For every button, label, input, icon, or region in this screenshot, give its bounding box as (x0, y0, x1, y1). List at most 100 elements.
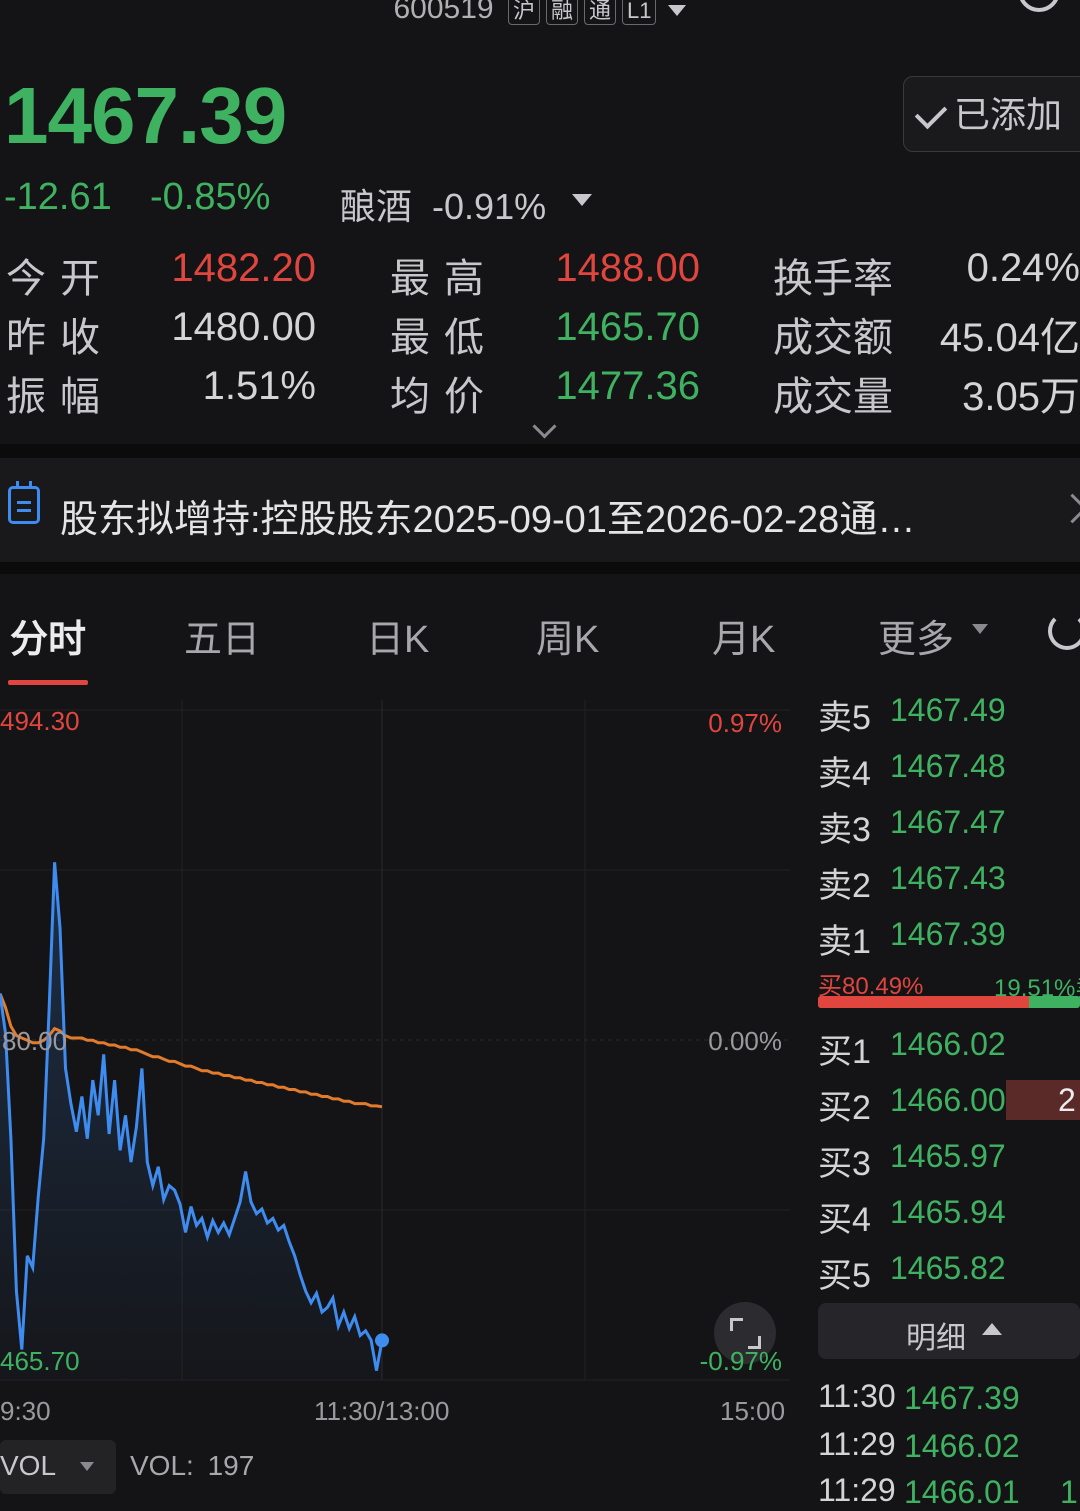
intraday-chart[interactable] (0, 700, 800, 1390)
current-price: 1467.39 (4, 71, 287, 160)
ask-4-price: 1467.48 (890, 748, 1006, 784)
amplitude-value: 1.51% (202, 364, 316, 408)
tab-weekly-k[interactable]: 周K (536, 608, 599, 663)
tab-more[interactable]: 更多 (878, 608, 954, 663)
pct-axis-top: 0.97% (708, 708, 782, 738)
y-axis-mid: 80.00 (2, 1026, 68, 1056)
volume-value: 3.05万 (962, 375, 1080, 419)
indicator-label: VOL (0, 1450, 57, 1481)
bid-4-label: 买4 (818, 1201, 871, 1239)
price-change-pct: -0.85% (150, 176, 271, 218)
x-axis-start: 9:30 (0, 1396, 51, 1426)
high-value: 1488.00 (555, 246, 700, 290)
price-area (0, 862, 382, 1380)
chevron-down-icon (80, 1462, 94, 1471)
volume-readout-value: 197 (207, 1450, 255, 1481)
detail-button[interactable]: 明细 (818, 1303, 1080, 1359)
last-price-dot (375, 1333, 389, 1348)
chevron-down-icon[interactable] (572, 194, 592, 206)
amount-value: 45.04亿 (939, 316, 1080, 360)
x-axis-mid: 11:30/13:00 (314, 1396, 450, 1426)
volume-label-text: VOL: (130, 1450, 194, 1481)
tick-2-time: 11:29 (818, 1426, 896, 1462)
bid-1-label: 买1 (818, 1033, 871, 1071)
tab-daily-k[interactable]: 日K (366, 608, 429, 663)
tick-1-price: 1467.39 (904, 1380, 1020, 1416)
stock-code: 600519 (393, 0, 494, 25)
pct-axis-mid: 0.00% (708, 1026, 782, 1056)
ask-3-price: 1467.47 (890, 804, 1006, 840)
ask-5-label: 卖5 (818, 699, 871, 737)
tick-3-price: 1466.01 (904, 1474, 1020, 1510)
tick-3-time: 11:29 (818, 1472, 896, 1508)
open-value: 1482.20 (171, 246, 316, 290)
tick-3-extra: 1 (1060, 1474, 1078, 1510)
bid-2-label: 买2 (818, 1089, 871, 1127)
avg-label: 均价 (390, 375, 498, 419)
chevron-up-icon (982, 1323, 1002, 1335)
avg-value: 1477.36 (555, 364, 700, 408)
ask-4-label: 卖4 (818, 755, 871, 793)
buy-ratio-fill (818, 996, 1029, 1008)
ask-2-label: 卖2 (818, 867, 871, 905)
tag-level1: L1 (622, 0, 657, 25)
low-label: 最低 (390, 316, 498, 360)
turnover-rate-label: 换手率 (773, 257, 893, 301)
buy-sell-ratio-bar (818, 996, 1080, 1008)
pct-axis-bottom: -0.97% (699, 1346, 782, 1376)
open-label: 今开 (6, 257, 114, 301)
section-divider (0, 444, 1080, 458)
check-icon (914, 97, 948, 130)
x-axis-end: 15:00 (720, 1396, 786, 1426)
sector-name: 酿酒 (340, 186, 413, 227)
tag-connect: 通 (583, 0, 616, 25)
ask-2-price: 1467.43 (890, 860, 1006, 896)
stock-code-bar[interactable]: 600519 沪融通 L1 (0, 0, 1080, 26)
tab-monthly-k[interactable]: 月K (712, 608, 775, 663)
ask-5-price: 1467.49 (890, 692, 1006, 728)
ask-1-label: 卖1 (818, 923, 871, 961)
price-change: -12.61 (4, 176, 112, 218)
expand-chevron-icon[interactable] (532, 414, 557, 439)
ask-3-label: 卖3 (818, 811, 871, 849)
added-label: 已添加 (954, 94, 1063, 135)
bid-3-price: 1465.97 (890, 1138, 1006, 1174)
low-value: 1465.70 (555, 305, 700, 349)
bid-4-price: 1465.94 (890, 1194, 1006, 1230)
section-divider (0, 562, 1080, 574)
active-tab-indicator (8, 680, 88, 685)
prev-close-label: 昨收 (6, 316, 114, 360)
bid-3-label: 买3 (818, 1145, 871, 1183)
chevron-down-icon[interactable] (972, 624, 988, 634)
y-axis-bottom: 465.70 (0, 1346, 80, 1376)
tick-2-price: 1466.02 (904, 1428, 1020, 1464)
tag-margin: 融 (545, 0, 578, 25)
added-watchlist-button[interactable]: 已添加 (903, 76, 1080, 152)
prev-close-value: 1480.00 (171, 305, 316, 349)
sector-pct: -0.91% (432, 186, 547, 227)
announcement-icon (8, 481, 40, 524)
tab-five-day[interactable]: 五日 (184, 608, 260, 663)
volume-label: 成交量 (773, 375, 893, 419)
bid-5-price: 1465.82 (890, 1250, 1006, 1286)
volume-readout: VOL: 197 (130, 1450, 254, 1482)
bid-5-label: 买5 (818, 1257, 871, 1295)
sector-info[interactable]: 酿酒 -0.91% (340, 178, 546, 230)
notice-text[interactable]: 股东拟增持:控股股东2025-09-01至2026-02-28通… (60, 488, 915, 543)
tag-shanghai: 沪 (507, 0, 540, 25)
tab-intraday[interactable]: 分时 (10, 608, 86, 663)
bid-2-price: 1466.00 (890, 1082, 1006, 1118)
y-axis-top: 494.30 (0, 706, 80, 736)
refresh-icon[interactable] (1048, 612, 1080, 650)
bid-1-price: 1466.02 (890, 1026, 1006, 1062)
chevron-down-icon[interactable] (668, 4, 687, 16)
detail-label: 明细 (906, 1322, 966, 1355)
amount-label: 成交额 (773, 316, 893, 360)
indicator-selector[interactable]: VOL (0, 1440, 116, 1494)
ask-1-price: 1467.39 (890, 916, 1006, 952)
amplitude-label: 振幅 (6, 375, 114, 419)
high-label: 最高 (390, 257, 498, 301)
turnover-rate-value: 0.24% (966, 246, 1080, 290)
tick-1-time: 11:30 (818, 1378, 896, 1414)
bid-2-volume: 2 (1058, 1082, 1076, 1118)
